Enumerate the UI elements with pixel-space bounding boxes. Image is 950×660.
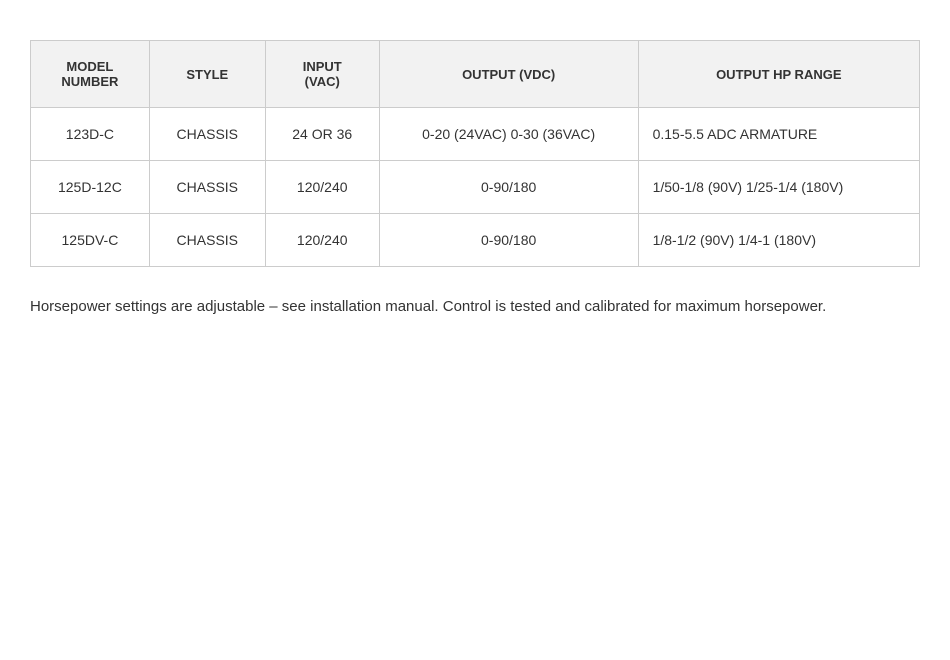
cell-style: CHASSIS bbox=[149, 161, 265, 214]
cell-model: 123D-C bbox=[31, 108, 149, 161]
cell-output-vdc: 0-90/180 bbox=[379, 161, 638, 214]
cell-input: 24 OR 36 bbox=[265, 108, 379, 161]
cell-output-hp: 1/8-1/2 (90V) 1/4-1 (180V) bbox=[638, 214, 919, 267]
footer-text: Horsepower settings are adjustable – see… bbox=[30, 295, 920, 319]
col-header-output-hp: OUTPUT HP RANGE bbox=[638, 41, 919, 108]
table-row: 125D-12CCHASSIS120/2400-90/1801/50-1/8 (… bbox=[31, 161, 919, 214]
cell-output-vdc: 0-90/180 bbox=[379, 214, 638, 267]
col-header-input: INPUT(VAC) bbox=[265, 41, 379, 108]
cell-input: 120/240 bbox=[265, 214, 379, 267]
data-table: MODELNUMBER STYLE INPUT(VAC) OUTPUT (VDC… bbox=[30, 40, 920, 267]
cell-output-hp: 1/50-1/8 (90V) 1/25-1/4 (180V) bbox=[638, 161, 919, 214]
cell-input: 120/240 bbox=[265, 161, 379, 214]
table-row: 123D-CCHASSIS24 OR 360-20 (24VAC) 0-30 (… bbox=[31, 108, 919, 161]
cell-style: CHASSIS bbox=[149, 214, 265, 267]
col-header-output-vdc: OUTPUT (VDC) bbox=[379, 41, 638, 108]
cell-model: 125DV-C bbox=[31, 214, 149, 267]
cell-output-hp: 0.15-5.5 ADC ARMATURE bbox=[638, 108, 919, 161]
cell-model: 125D-12C bbox=[31, 161, 149, 214]
cell-style: CHASSIS bbox=[149, 108, 265, 161]
cell-output-vdc: 0-20 (24VAC) 0-30 (36VAC) bbox=[379, 108, 638, 161]
table-row: 125DV-CCHASSIS120/2400-90/1801/8-1/2 (90… bbox=[31, 214, 919, 267]
col-header-style: STYLE bbox=[149, 41, 265, 108]
col-header-model: MODELNUMBER bbox=[31, 41, 149, 108]
